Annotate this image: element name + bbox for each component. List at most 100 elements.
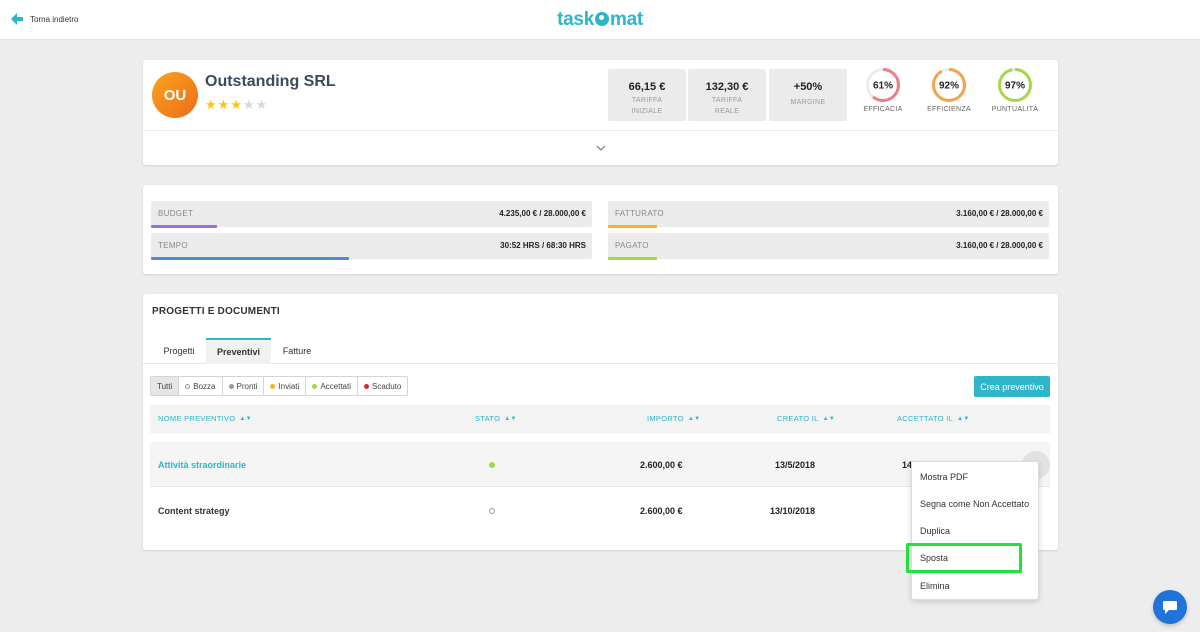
sort-icon: ▲▼ [687,415,701,422]
status-cell [489,488,495,533]
amount-cell: 2.600,00 € [640,459,683,470]
kpi-margine: +50% MARGINE [769,69,847,121]
filter-accettati[interactable]: Accettati [306,377,358,395]
fatturato-bar: FATTURATO 3.160,00 € / 28.000,00 € [608,201,1049,228]
pagato-bar: PAGATO 3.160,00 € / 28.000,00 € [608,233,1049,260]
client-avatar: OU [152,72,198,118]
status-filter-group: Tutti Bozza Pronti Inviati Accettati Sca… [150,376,409,396]
column-header-stato[interactable]: STATO ▲▼ [475,405,517,432]
kpi-value: +50% [793,81,823,93]
tab-progetti[interactable]: Progetti [152,338,206,364]
bar-label: TEMPO [158,241,188,250]
filter-scaduto[interactable]: Scaduto [358,377,407,395]
gauge-label: EFFICACIA [863,106,903,113]
gauge-efficienza: 92% EFFICIENZA [919,67,979,113]
menu-item-segna-non-accettato[interactable]: Segna come Non Accettato [912,490,1038,517]
filter-bozza[interactable]: Bozza [179,377,223,395]
logo-o-icon [594,12,609,26]
bar-label: BUDGET [158,209,194,218]
chat-launcher-button[interactable] [1153,590,1187,624]
gauge-ring-icon: 92% [932,68,966,102]
amount-cell: 2.600,00 € [640,505,683,516]
client-name: Outstanding SRL [205,73,336,90]
filter-pronti[interactable]: Pronti [223,377,265,395]
star-icon: ★ [255,97,268,112]
budget-card: BUDGET 4.235,00 € / 28.000,00 € FATTURAT… [143,185,1058,274]
bar-value: 4.235,00 € / 28.000,00 € [499,209,586,218]
bar-label: PAGATO [615,241,649,250]
status-draft-icon [489,507,495,514]
created-cell: 13/5/2018 [775,459,816,470]
gauge-value: 61% [873,81,893,92]
tempo-bar: TEMPO 30:52 HRS / 68:30 HRS [151,233,592,260]
taskomat-logo[interactable]: task mat [0,9,1200,31]
quote-name-link[interactable]: Attività straordinarie [158,442,246,487]
table-header: NOME PREVENTIVO ▲▼ STATO ▲▼ IMPORTO ▲▼ CREA… [150,405,1050,432]
expand-toggle[interactable] [143,130,1058,165]
tab-bar: Progetti Preventivi Fatture [143,338,1058,364]
row-context-menu: Mostra PDF Segna come Non Accettato Dupl… [911,461,1039,600]
progress-line [151,225,218,228]
star-icon: ★ [217,97,230,112]
bar-value: 30:52 HRS / 68:30 HRS [500,241,586,250]
gauge-puntualita: 97% PUNTUALITÀ [985,67,1045,113]
menu-item-sposta[interactable]: Sposta [912,544,1038,571]
kpi-tariffa-reale: 132,30 € TARIFFA REALE [688,69,766,121]
kpi-value: 132,30 € [705,81,749,93]
kpi-label-2: REALE [714,108,740,115]
kpi-label: TARIFFA [711,97,743,104]
chat-bubble-icon [1163,600,1177,614]
gauge-value: 92% [939,81,959,92]
red-dot-icon [364,383,369,389]
sort-icon: ▲▼ [239,415,252,422]
client-card: OU Outstanding SRL ★ ★ ★ ★ ★ 66,15 € TARIFFA… [143,60,1058,165]
kpi-label: MARGINE [790,99,826,106]
bar-value: 3.160,00 € / 28.000,00 € [956,209,1043,218]
progress-line [151,257,350,260]
column-header-name[interactable]: NOME PREVENTIVO ▲▼ [158,405,252,432]
menu-item-elimina[interactable]: Elimina [912,572,1038,599]
kpi-label: TARIFFA [631,97,663,104]
quote-name-link[interactable]: Content strategy [158,488,230,533]
filter-tutti[interactable]: Tutti [151,377,180,395]
section-title: PROGETTI E DOCUMENTI [152,306,280,317]
yellow-dot-icon [270,383,276,389]
sort-icon: ▲▼ [504,415,517,422]
gauge-efficacia: 61% EFFICACIA [853,67,913,113]
filter-label: Tutti [157,381,173,391]
green-dot-icon [312,383,318,389]
sort-icon: ▲▼ [822,415,836,422]
filter-inviati[interactable]: Inviati [264,377,307,395]
kpi-label-2: INIZIALE [631,108,663,115]
column-header-creato[interactable]: CREATO IL ▲▼ [777,405,835,432]
kpi-value: 66,15 € [628,81,666,93]
tab-preventivi[interactable]: Preventivi [206,338,271,364]
kpi-tariffa-iniziale: 66,15 € TARIFFA INIZIALE [608,69,686,121]
star-icon: ★ [230,97,242,112]
bar-value: 3.160,00 € / 28.000,00 € [956,241,1043,250]
chevron-down-icon [596,145,605,151]
menu-item-mostra-pdf[interactable]: Mostra PDF [912,463,1038,490]
tab-fatture[interactable]: Fatture [271,338,323,364]
created-cell: 13/10/2018 [770,505,816,516]
gray-dot-icon [228,383,234,389]
gauge-label: EFFICIENZA [927,106,971,113]
progress-line [608,225,657,228]
sort-icon: ▲▼ [957,415,970,422]
filter-label: Accettati [320,381,351,391]
progress-line [608,257,657,260]
column-header-accettato[interactable]: ACCETTATO IL ▲▼ [897,405,970,432]
filter-label: Pronti [236,381,258,391]
menu-item-duplica[interactable]: Duplica [912,517,1038,544]
gauge-ring-icon: 97% [998,68,1032,102]
filter-label: Inviati [278,381,300,391]
status-accepted-icon [489,461,495,468]
filter-label: Scaduto [372,381,402,391]
star-icon: ★ [205,97,217,112]
star-icon: ★ [242,97,255,112]
create-quote-button[interactable]: Crea preventivo [974,376,1050,397]
budget-bar: BUDGET 4.235,00 € / 28.000,00 € [151,201,592,228]
status-cell [489,442,495,487]
column-header-importo[interactable]: IMPORTO ▲▼ [647,405,700,432]
gauge-ring-icon: 61% [866,68,900,102]
